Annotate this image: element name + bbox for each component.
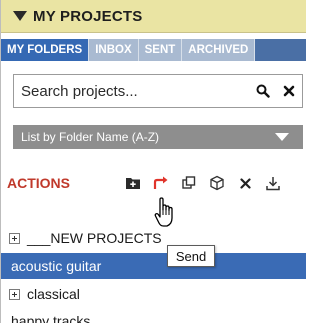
collapse-triangle-icon[interactable]	[13, 11, 27, 21]
panel-title: MY PROJECTS	[33, 7, 143, 25]
search-icon[interactable]	[250, 75, 276, 107]
delete-icon[interactable]	[233, 171, 257, 195]
folder-tabs: MY FOLDERS INBOX SENT ARCHIVED	[1, 39, 306, 61]
search-input[interactable]: Search projects...	[21, 83, 250, 100]
tab-inbox[interactable]: INBOX	[89, 39, 139, 61]
chevron-down-icon	[275, 133, 289, 141]
actions-label: ACTIONS	[7, 175, 70, 191]
tree-item-label: acoustic guitar	[11, 258, 102, 274]
package-icon[interactable]	[205, 171, 229, 195]
tab-my-folders[interactable]: MY FOLDERS	[1, 39, 90, 61]
tab-archived[interactable]: ARCHIVED	[182, 39, 256, 61]
clear-search-icon[interactable]	[276, 75, 302, 107]
tree-item-label: classical	[27, 286, 80, 302]
new-folder-icon[interactable]	[121, 171, 145, 195]
tree-item-label: happy tracks	[11, 313, 91, 323]
sort-dropdown[interactable]: List by Folder Name (A-Z)	[13, 125, 303, 149]
duplicate-icon[interactable]	[177, 171, 201, 195]
tree-item-label: ___NEW PROJECTS	[27, 230, 162, 246]
tree-item-classical[interactable]: classical	[1, 281, 306, 307]
panel-header[interactable]: MY PROJECTS	[1, 0, 306, 33]
tree-item-acoustic-guitar[interactable]: acoustic guitar	[1, 253, 306, 279]
send-tooltip: Send	[167, 245, 215, 267]
my-projects-panel: MY PROJECTS MY FOLDERS INBOX SENT ARCHIV…	[0, 0, 306, 323]
expand-icon[interactable]	[9, 232, 20, 244]
search-box[interactable]: Search projects...	[13, 74, 303, 108]
actions-toolbar: ACTIONS	[7, 170, 306, 196]
tab-sent[interactable]: SENT	[138, 39, 183, 61]
download-icon[interactable]	[261, 171, 285, 195]
expand-icon[interactable]	[9, 288, 20, 300]
send-icon[interactable]	[149, 171, 173, 195]
sort-selected-value: List by Folder Name (A-Z)	[21, 130, 160, 144]
tree-item-happy-tracks[interactable]: happy tracks	[1, 308, 306, 323]
hand-pointer-cursor-icon	[153, 197, 179, 229]
